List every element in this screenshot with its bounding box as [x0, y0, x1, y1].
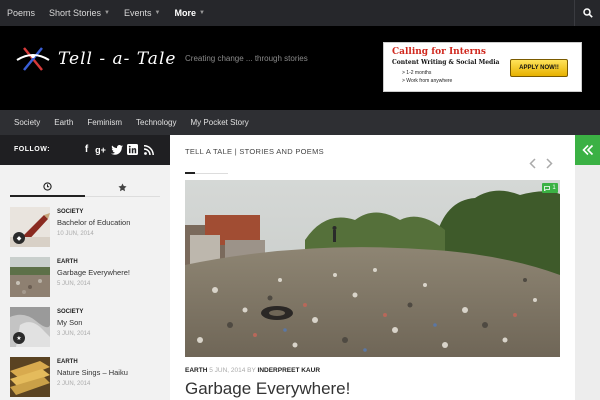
- tab-recent[interactable]: [10, 177, 85, 197]
- category-my-pocket-story[interactable]: My Pocket Story: [184, 118, 256, 127]
- heading-underline: [185, 172, 228, 174]
- slider-next-button[interactable]: [544, 157, 554, 169]
- twitter-icon[interactable]: [110, 143, 123, 156]
- rss-icon[interactable]: [142, 143, 155, 156]
- nav-poems[interactable]: Poems: [0, 0, 42, 26]
- nav-more[interactable]: More ▼: [167, 0, 211, 26]
- search-icon: [582, 8, 593, 18]
- post-meta: EARTH 5 JUN, 2014 BY INDERPREET KAUR: [185, 367, 320, 374]
- post-thumbnail[interactable]: [10, 257, 50, 297]
- nav-label: Poems: [7, 8, 36, 18]
- linkedin-icon[interactable]: [126, 143, 139, 156]
- chevron-left-icon: [528, 157, 536, 169]
- post-date: 2 JUN, 2014: [57, 381, 91, 387]
- category-navigation: Society Earth Feminism Technology My Poc…: [0, 110, 600, 135]
- nav-short-stories[interactable]: Short Stories ▼: [42, 0, 117, 26]
- post-category[interactable]: SOCIETY: [57, 309, 83, 315]
- post-title[interactable]: Bachelor of Education: [57, 218, 130, 227]
- post-thumbnail[interactable]: ★: [10, 307, 50, 347]
- sidebar-post[interactable]: EARTH Garbage Everywhere! 5 JUN, 2014: [10, 257, 170, 299]
- comment-icon: [544, 185, 551, 191]
- top-navigation: Poems Short Stories ▼ Events ▼ More ▼: [0, 0, 600, 26]
- post-title[interactable]: Garbage Everywhere!: [57, 268, 130, 277]
- main-content: TELL A TALE | STORIES AND POEMS 1 EARTH …: [170, 135, 575, 400]
- post-category[interactable]: SOCIETY: [57, 209, 83, 215]
- double-chevron-left-icon: [581, 144, 593, 156]
- follow-label: FOLLOW:: [14, 146, 51, 153]
- post-thumbnail[interactable]: ◆: [10, 207, 50, 247]
- page-heading: TELL A TALE | STORIES AND POEMS: [185, 147, 324, 156]
- ad-subtitle: Content Writing & Social Media: [392, 59, 500, 66]
- post-title[interactable]: My Son: [57, 318, 82, 327]
- nav-label: Short Stories: [49, 8, 102, 18]
- ad-bullet: > Work from anywhere: [402, 78, 453, 84]
- sidebar-tabs: [10, 177, 160, 197]
- post-category[interactable]: EARTH: [57, 359, 78, 365]
- site-tagline: Creating change ... through stories: [185, 54, 308, 63]
- sidebar-post[interactable]: EARTH Nature Sings – Haiku 2 JUN, 2014: [10, 357, 170, 399]
- garbage-field-image: [185, 180, 560, 357]
- post-category[interactable]: EARTH: [185, 367, 207, 374]
- chevron-down-icon: ▼: [198, 10, 205, 16]
- post-date: 5 JUN, 2014: [57, 281, 91, 287]
- clock-icon: [43, 181, 52, 191]
- post-date: 5 JUN, 2014: [209, 367, 246, 374]
- category-earth[interactable]: Earth: [47, 118, 80, 127]
- featured-image[interactable]: 1: [185, 180, 560, 357]
- comment-count-badge[interactable]: 1: [542, 183, 558, 193]
- chevron-down-icon: ▼: [104, 10, 110, 16]
- post-title[interactable]: Nature Sings – Haiku: [57, 368, 128, 377]
- post-category[interactable]: EARTH: [57, 259, 78, 265]
- star-icon: [118, 182, 127, 191]
- site-header: Tell - a- Tale Creating change ... throu…: [0, 26, 600, 110]
- tab-popular[interactable]: [85, 177, 160, 197]
- chevron-down-icon: ▼: [154, 10, 161, 16]
- comment-count: 1: [552, 185, 556, 191]
- site-title: Tell - a- Tale: [58, 49, 177, 69]
- logo-icon: [16, 47, 50, 71]
- intern-ad-banner[interactable]: Calling for Interns Content Writing & So…: [383, 42, 582, 92]
- camera-icon: ◆: [13, 232, 25, 244]
- nav-label: More: [174, 8, 196, 18]
- nav-events[interactable]: Events ▼: [117, 0, 167, 26]
- post-by: BY: [247, 367, 256, 374]
- site-logo[interactable]: Tell - a- Tale: [16, 46, 176, 72]
- sidebar-post[interactable]: ◆ SOCIETY Bachelor of Education 10 JUN, …: [10, 207, 170, 249]
- ad-bullet: > 1-2 months: [402, 70, 432, 76]
- star-icon: ★: [13, 332, 25, 344]
- search-button[interactable]: [574, 0, 600, 26]
- chevron-right-icon: [545, 157, 553, 169]
- category-technology[interactable]: Technology: [129, 118, 183, 127]
- post-date: 3 JUN, 2014: [57, 331, 91, 337]
- category-feminism[interactable]: Feminism: [80, 118, 129, 127]
- category-society[interactable]: Society: [7, 118, 47, 127]
- sidebar: FOLLOW: f g+ ◆ SOCIETY Bachelor of Educa…: [0, 135, 170, 400]
- apply-now-button[interactable]: APPLY NOW!!: [510, 59, 568, 77]
- facebook-icon[interactable]: f: [80, 143, 93, 156]
- post-author[interactable]: INDERPREET KAUR: [258, 367, 320, 374]
- slider-prev-button[interactable]: [527, 157, 537, 169]
- post-thumbnail[interactable]: [10, 357, 50, 397]
- featured-post-title[interactable]: Garbage Everywhere!: [185, 379, 350, 399]
- ad-title: Calling for Interns: [392, 47, 486, 57]
- sidebar-toggle-button[interactable]: [575, 135, 600, 165]
- google-plus-icon[interactable]: g+: [94, 143, 107, 156]
- follow-bar: FOLLOW: f g+: [0, 135, 170, 165]
- right-sidebar-strip: [575, 135, 600, 400]
- post-date: 10 JUN, 2014: [57, 231, 94, 237]
- sidebar-post[interactable]: ★ SOCIETY My Son 3 JUN, 2014: [10, 307, 170, 349]
- nav-label: Events: [124, 8, 152, 18]
